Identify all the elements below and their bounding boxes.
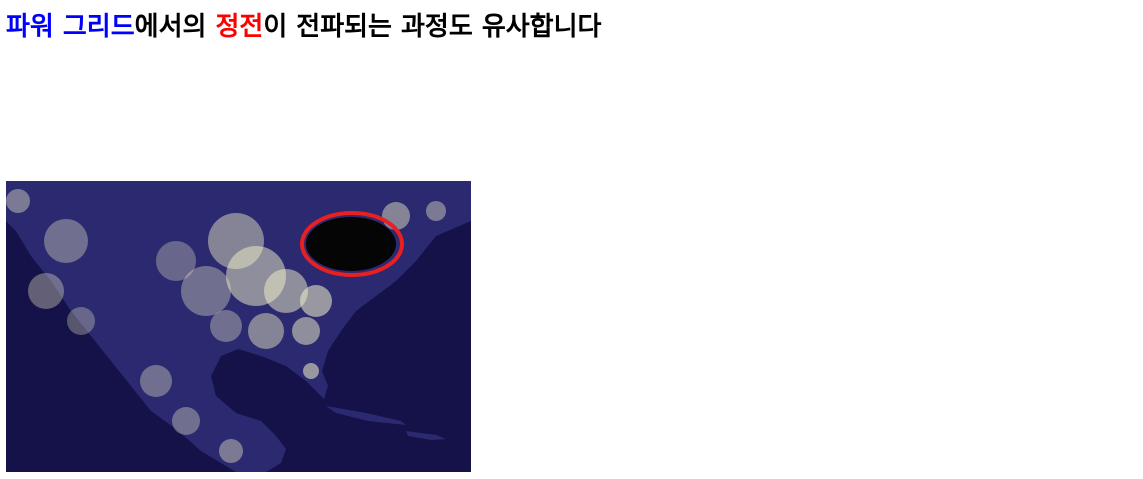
title-text-part-2: 이 전파되는 과정도 유사합니다 — [263, 12, 602, 42]
title-text-part-1: 에서의 — [134, 12, 216, 42]
outage-dark-area — [306, 217, 396, 271]
night-lights-map-image — [6, 181, 471, 472]
title-keyword-blackout: 정전 — [215, 12, 264, 42]
night-lights-map-svg — [6, 181, 471, 472]
page-title: 파워 그리드에서의 정전이 전파되는 과정도 유사합니다 — [6, 10, 601, 44]
title-keyword-power-grid: 파워 그리드 — [6, 12, 135, 42]
